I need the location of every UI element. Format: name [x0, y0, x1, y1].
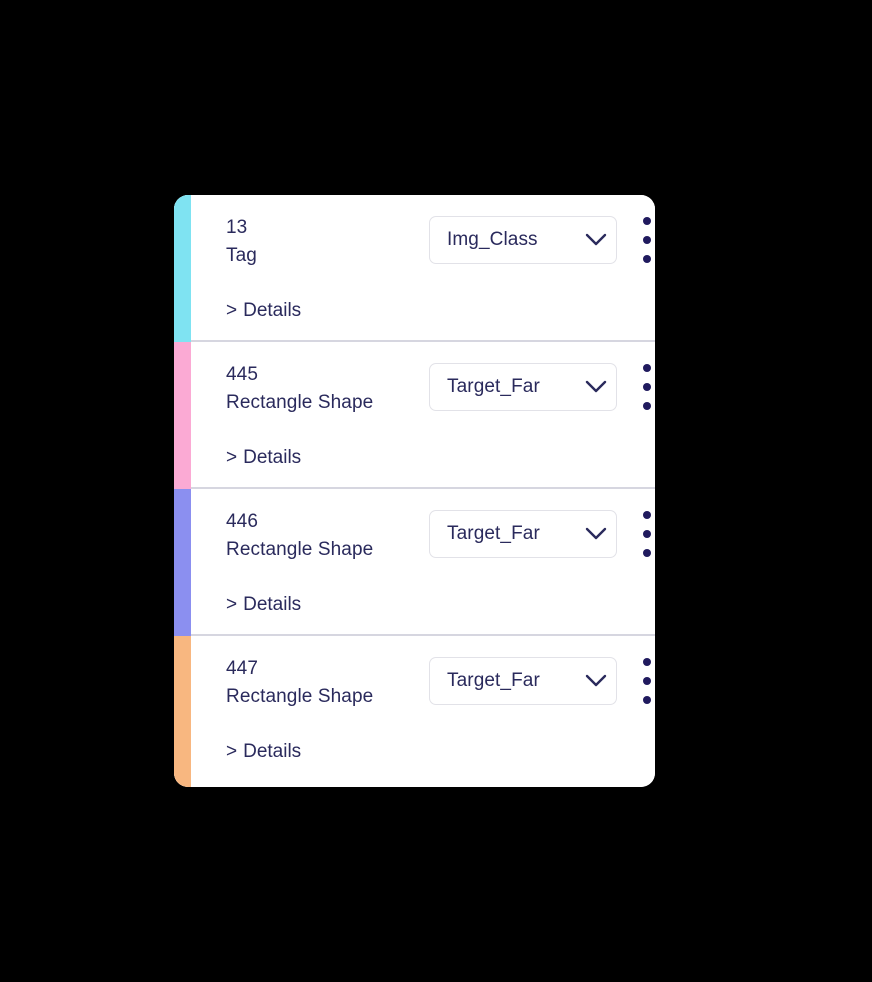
object-row[interactable]: 446 Rectangle Shape > Details Target_Far: [174, 489, 655, 636]
object-row[interactable]: 445 Rectangle Shape > Details Target_Far: [174, 342, 655, 489]
object-id: 13: [226, 217, 248, 238]
row-labels: 447 Rectangle Shape: [226, 655, 373, 711]
row-color-strip: [174, 195, 191, 342]
kebab-dot: [643, 511, 651, 519]
details-toggle[interactable]: > Details: [226, 446, 301, 470]
kebab-dot: [643, 677, 651, 685]
object-type: Tag: [226, 245, 257, 266]
row-color-strip: [174, 342, 191, 489]
details-chevron-icon: >: [226, 741, 238, 762]
kebab-menu-icon[interactable]: [636, 654, 655, 708]
row-content: 445 Rectangle Shape > Details Target_Far: [191, 342, 655, 489]
class-select[interactable]: Img_Class: [429, 216, 617, 264]
object-type: Rectangle Shape: [226, 686, 374, 707]
details-label: Details: [243, 594, 302, 615]
row-labels: 445 Rectangle Shape: [226, 361, 373, 417]
kebab-dot: [643, 530, 651, 538]
object-id: 447: [226, 658, 259, 679]
details-label: Details: [243, 741, 302, 762]
object-type: Rectangle Shape: [226, 539, 374, 560]
row-color-strip: [174, 636, 191, 787]
kebab-dot: [643, 383, 651, 391]
kebab-dot: [643, 658, 651, 666]
row-color-strip: [174, 489, 191, 636]
details-toggle[interactable]: > Details: [226, 593, 301, 617]
class-select-value: Img_Class: [447, 229, 538, 250]
details-toggle[interactable]: > Details: [226, 299, 301, 323]
details-toggle[interactable]: > Details: [226, 740, 301, 764]
class-select[interactable]: Target_Far: [429, 510, 617, 558]
kebab-dot: [643, 255, 651, 263]
row-content: 446 Rectangle Shape > Details Target_Far: [191, 489, 655, 636]
kebab-menu-icon[interactable]: [636, 360, 655, 414]
chevron-down-icon: [576, 674, 616, 688]
class-select-value: Target_Far: [447, 523, 540, 544]
row-labels: 446 Rectangle Shape: [226, 508, 373, 564]
class-select[interactable]: Target_Far: [429, 363, 617, 411]
object-list-card: 13 Tag > Details Img_Class 445 Rectangle Shape…: [174, 195, 655, 787]
class-select-value: Target_Far: [447, 376, 540, 397]
row-labels: 13 Tag: [226, 214, 257, 270]
object-id: 446: [226, 511, 259, 532]
kebab-dot: [643, 549, 651, 557]
kebab-menu-icon[interactable]: [636, 507, 655, 561]
object-type: Rectangle Shape: [226, 392, 374, 413]
kebab-dot: [643, 364, 651, 372]
kebab-dot: [643, 217, 651, 225]
chevron-down-icon: [576, 527, 616, 541]
kebab-dot: [643, 696, 651, 704]
details-label: Details: [243, 300, 302, 321]
kebab-dot: [643, 236, 651, 244]
kebab-dot: [643, 402, 651, 410]
kebab-menu-icon[interactable]: [636, 213, 655, 267]
class-select-value: Target_Far: [447, 670, 540, 691]
details-chevron-icon: >: [226, 300, 238, 321]
row-content: 447 Rectangle Shape > Details Target_Far: [191, 636, 655, 787]
details-chevron-icon: >: [226, 594, 238, 615]
screen-background: 13 Tag > Details Img_Class 445 Rectangle Shape…: [0, 0, 872, 982]
class-select[interactable]: Target_Far: [429, 657, 617, 705]
object-row[interactable]: 447 Rectangle Shape > Details Target_Far: [174, 636, 655, 787]
details-label: Details: [243, 447, 302, 468]
chevron-down-icon: [576, 233, 616, 247]
object-id: 445: [226, 364, 259, 385]
object-row[interactable]: 13 Tag > Details Img_Class: [174, 195, 655, 342]
row-content: 13 Tag > Details Img_Class: [191, 195, 655, 342]
details-chevron-icon: >: [226, 447, 238, 468]
chevron-down-icon: [576, 380, 616, 394]
